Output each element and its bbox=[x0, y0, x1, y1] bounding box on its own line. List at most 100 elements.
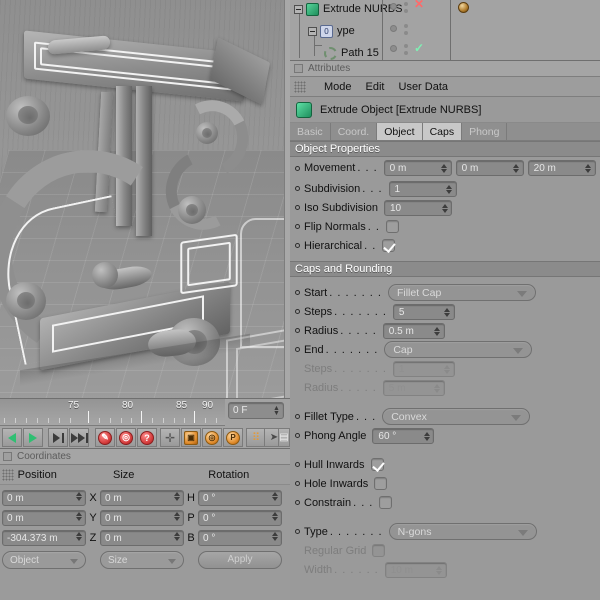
animate-bullet-icon[interactable] bbox=[295, 186, 300, 191]
visibility-dot[interactable] bbox=[390, 25, 397, 32]
position-x-field[interactable]: 0 m bbox=[2, 489, 86, 506]
size-z-stepper[interactable] bbox=[174, 531, 180, 541]
coordinate-mode-dropdown[interactable]: Object bbox=[2, 550, 86, 569]
material-tag-icon[interactable] bbox=[458, 2, 469, 13]
size-x-stepper[interactable] bbox=[174, 491, 180, 501]
rotation-p-field[interactable]: 0 ° bbox=[198, 509, 282, 526]
position-y-stepper[interactable] bbox=[76, 511, 82, 521]
size-mode-dropdown[interactable]: Size bbox=[100, 550, 184, 569]
animate-bullet-icon[interactable] bbox=[295, 224, 300, 229]
animate-bullet-icon[interactable] bbox=[295, 462, 300, 467]
panel-collapse-icon[interactable] bbox=[294, 64, 303, 73]
movement-y-stepper[interactable] bbox=[513, 162, 520, 175]
visibility-dot[interactable] bbox=[390, 3, 397, 10]
apply-button[interactable]: Apply bbox=[198, 550, 282, 569]
rotation-h-field[interactable]: 0 ° bbox=[198, 489, 282, 506]
movement-z-field[interactable]: 20 m bbox=[527, 160, 596, 176]
parameter-key-button[interactable]: P bbox=[223, 428, 243, 447]
animate-bullet-icon[interactable] bbox=[295, 290, 300, 295]
tab-coord[interactable]: Coord. bbox=[330, 123, 378, 140]
start-steps-field[interactable]: 5 bbox=[392, 303, 455, 320]
panel-collapse-icon[interactable] bbox=[3, 452, 12, 461]
position-x-stepper[interactable] bbox=[76, 491, 82, 501]
size-z-field[interactable]: 0 m bbox=[100, 529, 184, 546]
current-frame-field[interactable]: 0 F ▲ ▼ bbox=[228, 402, 284, 419]
menu-edit[interactable]: Edit bbox=[366, 81, 385, 93]
keyframe-document-button[interactable]: ▤ bbox=[278, 428, 290, 447]
animate-bullet-icon[interactable] bbox=[295, 481, 300, 486]
drag-grip-icon[interactable] bbox=[2, 468, 14, 481]
subdivision-field[interactable]: 1 bbox=[388, 180, 457, 197]
animate-bullet-icon[interactable] bbox=[295, 328, 300, 333]
animate-bullet-icon[interactable] bbox=[295, 309, 300, 314]
autokeying-button[interactable]: ◎ bbox=[116, 428, 136, 447]
animate-bullet-icon[interactable] bbox=[295, 500, 300, 505]
tag-dot[interactable] bbox=[404, 44, 408, 48]
animate-bullet-icon[interactable] bbox=[295, 529, 300, 534]
position-key-button[interactable]: ✛ bbox=[160, 428, 180, 447]
perspective-3d-viewport[interactable] bbox=[0, 0, 290, 398]
tag-dot[interactable] bbox=[404, 24, 408, 28]
movement-y-field[interactable]: 0 m bbox=[455, 160, 524, 176]
subdivision-stepper[interactable] bbox=[446, 183, 453, 196]
object-tree[interactable]: Extrude NURBS 0 ype Path 15 bbox=[290, 0, 402, 60]
timeline-ruler[interactable]: 75 80 85 90 bbox=[0, 399, 225, 426]
start-cap-dropdown[interactable]: Fillet Cap bbox=[387, 284, 536, 301]
expander-minus-icon[interactable] bbox=[294, 4, 303, 14]
constrain-checkbox[interactable] bbox=[379, 496, 393, 509]
position-z-stepper[interactable] bbox=[76, 531, 82, 541]
position-z-field[interactable]: -304.373 m bbox=[2, 529, 86, 546]
animate-bullet-icon[interactable] bbox=[295, 433, 300, 438]
tab-phong[interactable]: Phong bbox=[462, 123, 508, 140]
movement-z-stepper[interactable] bbox=[585, 162, 592, 175]
play-forward-button[interactable] bbox=[23, 428, 43, 447]
hole-inwards-checkbox[interactable] bbox=[374, 477, 388, 490]
rotation-key-button[interactable]: ◎ bbox=[202, 428, 222, 447]
end-cap-dropdown[interactable]: Cap bbox=[384, 341, 533, 358]
size-y-stepper[interactable] bbox=[174, 511, 180, 521]
size-x-field[interactable]: 0 m bbox=[100, 489, 184, 506]
type-dropdown[interactable]: N-gons bbox=[388, 523, 537, 540]
rotation-b-field[interactable]: 0 ° bbox=[198, 529, 282, 546]
hierarchical-checkbox[interactable] bbox=[382, 239, 396, 252]
rotation-h-stepper[interactable] bbox=[272, 491, 278, 501]
next-frame-button[interactable] bbox=[48, 428, 68, 447]
tab-object[interactable]: Object bbox=[377, 123, 423, 140]
tab-basic[interactable]: Basic bbox=[290, 123, 331, 140]
tag-dot[interactable] bbox=[404, 9, 408, 13]
phong-angle-field[interactable]: 60 ° bbox=[372, 427, 435, 444]
go-to-end-button[interactable] bbox=[69, 428, 89, 447]
fillet-type-dropdown[interactable]: Convex bbox=[382, 408, 531, 425]
hidden-x-icon[interactable]: ✕ bbox=[414, 0, 424, 10]
menu-mode[interactable]: Mode bbox=[324, 81, 352, 93]
object-row-path-15[interactable]: Path 15 bbox=[290, 42, 382, 60]
flip-normals-checkbox[interactable] bbox=[385, 220, 399, 233]
movement-x-stepper[interactable] bbox=[441, 162, 448, 175]
animate-bullet-icon[interactable] bbox=[295, 414, 300, 419]
object-row-extrude-nurbs[interactable]: Extrude NURBS bbox=[290, 0, 402, 20]
frame-stepper-icon[interactable]: ▲ ▼ bbox=[273, 405, 280, 417]
phong-angle-stepper[interactable] bbox=[423, 430, 430, 443]
size-y-field[interactable]: 0 m bbox=[100, 509, 184, 526]
go-to-previous-frame-button[interactable] bbox=[2, 428, 22, 447]
animate-bullet-icon[interactable] bbox=[295, 347, 300, 352]
record-active-objects-button[interactable]: ✎ bbox=[95, 428, 115, 447]
scale-key-button[interactable]: ▣ bbox=[181, 428, 201, 447]
movement-x-field[interactable]: 0 m bbox=[383, 160, 452, 176]
start-radius-field[interactable]: 0.5 m bbox=[382, 322, 445, 339]
menu-user-data[interactable]: User Data bbox=[399, 81, 449, 93]
animate-bullet-icon[interactable] bbox=[295, 243, 300, 248]
drag-grip-icon[interactable] bbox=[294, 80, 306, 93]
hull-inwards-checkbox[interactable] bbox=[370, 458, 384, 471]
iso-subdivision-field[interactable]: 10 bbox=[384, 199, 452, 216]
iso-subdivision-stepper[interactable] bbox=[441, 202, 448, 215]
start-radius-stepper[interactable] bbox=[434, 325, 441, 338]
tag-dot[interactable] bbox=[404, 31, 408, 35]
position-y-field[interactable]: 0 m bbox=[2, 509, 86, 526]
animate-bullet-icon[interactable] bbox=[295, 205, 300, 210]
tag-dot[interactable] bbox=[404, 2, 408, 6]
tag-dot[interactable] bbox=[404, 51, 408, 55]
tab-caps[interactable]: Caps bbox=[422, 123, 463, 140]
rotation-p-stepper[interactable] bbox=[272, 511, 278, 521]
visibility-dot[interactable] bbox=[390, 45, 397, 52]
